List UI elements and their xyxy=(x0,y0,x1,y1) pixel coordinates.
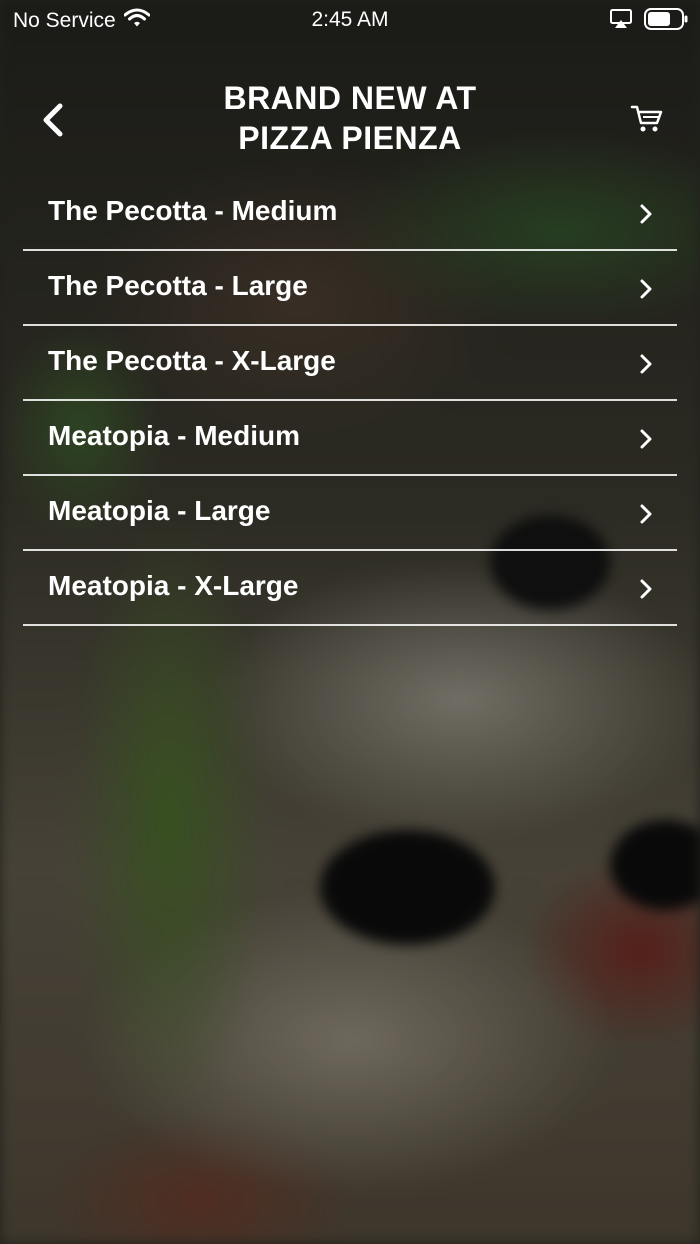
page-title-line1: BRAND NEW AT xyxy=(223,80,477,116)
status-time: 2:45 AM xyxy=(311,8,389,31)
list-item-label: Meatopia - Large xyxy=(48,494,271,526)
list-item[interactable]: Meatopia - Large xyxy=(23,476,677,551)
chevron-right-icon xyxy=(639,203,653,225)
list-item[interactable]: The Pecotta - X-Large xyxy=(23,326,677,401)
list-item-label: The Pecotta - Large xyxy=(48,269,308,301)
nav-header: BRAND NEW AT PIZZA PIENZA xyxy=(0,78,700,158)
chevron-right-icon xyxy=(639,428,653,450)
chevron-right-icon xyxy=(639,278,653,300)
list-item[interactable]: The Pecotta - Large xyxy=(23,251,677,326)
status-bar: No Service 2:45 AM xyxy=(0,0,700,40)
status-right xyxy=(610,8,688,36)
airplay-icon xyxy=(610,9,632,35)
list-item-label: Meatopia - Medium xyxy=(48,419,301,451)
list-item[interactable]: Meatopia - X-Large xyxy=(23,551,677,626)
chevron-right-icon xyxy=(639,578,653,600)
chevron-right-icon xyxy=(639,503,653,525)
cart-button[interactable] xyxy=(630,102,664,136)
chevron-left-icon xyxy=(36,103,72,144)
cart-icon xyxy=(630,105,664,140)
list-item-label: The Pecotta - Medium xyxy=(48,194,338,226)
list-item[interactable]: Meatopia - Medium xyxy=(23,401,677,476)
battery-icon xyxy=(644,8,688,36)
chevron-right-icon xyxy=(639,353,653,375)
back-button[interactable] xyxy=(36,100,72,140)
page-title-line2: PIZZA PIENZA xyxy=(238,120,462,156)
list-item[interactable]: The Pecotta - Medium xyxy=(23,176,677,251)
list-item-label: Meatopia - X-Large xyxy=(48,569,299,601)
list-item-label: The Pecotta - X-Large xyxy=(48,344,336,376)
menu-list: The Pecotta - Medium The Pecotta - Large… xyxy=(23,176,677,626)
page-title: BRAND NEW AT PIZZA PIENZA xyxy=(150,78,550,158)
